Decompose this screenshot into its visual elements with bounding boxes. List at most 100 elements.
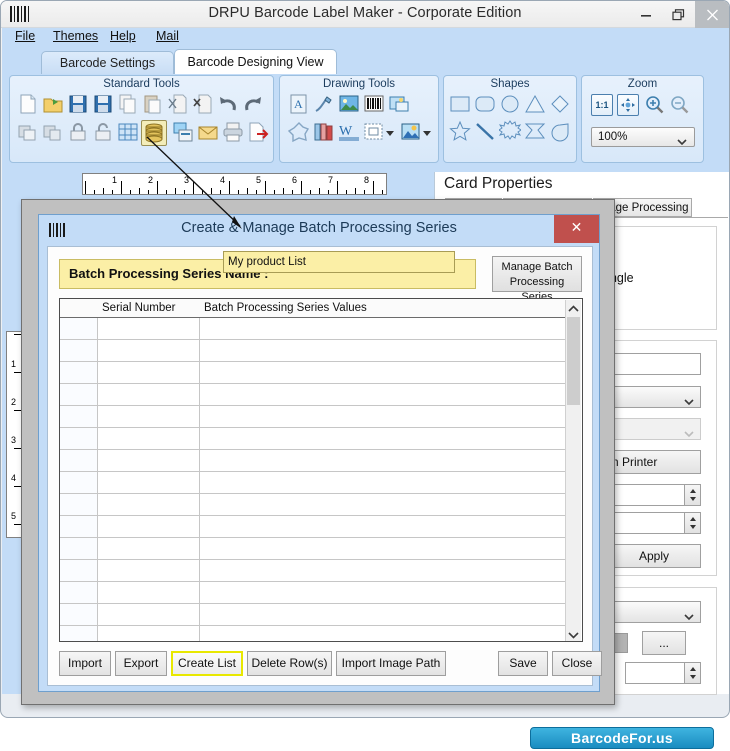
cell-series-value[interactable]	[199, 625, 567, 641]
frame-tool-icon[interactable]	[363, 121, 397, 145]
dialog-close-button[interactable]: ✕	[554, 215, 599, 243]
spinner-buttons[interactable]	[684, 485, 700, 505]
table-row[interactable]	[60, 625, 567, 641]
paste-icon[interactable]	[142, 93, 166, 117]
cell-serial-number[interactable]	[97, 537, 200, 560]
batch-series-icon[interactable]	[141, 120, 167, 146]
spinner-buttons[interactable]	[684, 513, 700, 533]
signature-tool-icon[interactable]	[313, 93, 337, 117]
cut-icon[interactable]	[167, 93, 191, 117]
row-selector-cell[interactable]	[60, 317, 98, 340]
table-row[interactable]	[60, 603, 567, 626]
four-point-star-shape-icon[interactable]	[524, 120, 548, 144]
save-button[interactable]: Save	[498, 651, 548, 676]
cell-serial-number[interactable]	[97, 493, 200, 516]
fit-to-page-icon[interactable]	[617, 94, 639, 116]
copy-icon[interactable]	[117, 93, 141, 117]
image-library-icon[interactable]	[400, 121, 434, 145]
cell-series-value[interactable]	[199, 427, 567, 450]
print-icon[interactable]	[222, 121, 246, 145]
group-icon[interactable]	[42, 121, 66, 145]
row-selector-cell[interactable]	[60, 559, 98, 582]
row-selector-cell[interactable]	[60, 515, 98, 538]
save-icon[interactable]	[67, 93, 91, 117]
cell-series-value[interactable]	[199, 603, 567, 626]
close-button[interactable]: Close	[552, 651, 602, 676]
duplicate-icon[interactable]	[17, 121, 41, 145]
open-folder-icon[interactable]	[42, 93, 66, 117]
col-header-serial-number[interactable]: Serial Number	[97, 299, 199, 318]
row-selector-cell[interactable]	[60, 361, 98, 384]
line-shape-icon[interactable]	[474, 120, 498, 144]
rectangle-shape-icon[interactable]	[449, 93, 473, 117]
minimize-button[interactable]	[629, 1, 662, 28]
delete-icon[interactable]	[192, 93, 216, 117]
cell-serial-number[interactable]	[97, 361, 200, 384]
cell-series-value[interactable]	[199, 339, 567, 362]
cell-series-value[interactable]	[199, 405, 567, 428]
picture-tool-icon[interactable]	[338, 93, 362, 117]
menu-item-file[interactable]: File	[15, 29, 35, 43]
cell-series-value[interactable]	[199, 317, 567, 340]
cell-series-value[interactable]	[199, 383, 567, 406]
tab-barcode-settings[interactable]: Barcode Settings	[41, 51, 174, 74]
import-button[interactable]: Import	[59, 651, 111, 676]
cell-serial-number[interactable]	[97, 559, 200, 582]
table-row[interactable]	[60, 537, 567, 560]
cell-series-value[interactable]	[199, 449, 567, 472]
cell-serial-number[interactable]	[97, 581, 200, 604]
zoom-level-select[interactable]: 100%	[591, 127, 695, 147]
table-row[interactable]	[60, 427, 567, 450]
table-row[interactable]	[60, 471, 567, 494]
grid-vertical-scrollbar[interactable]	[565, 300, 581, 641]
text-tool-icon[interactable]: A	[288, 93, 312, 117]
burst-shape-icon[interactable]	[499, 120, 523, 144]
menu-item-themes[interactable]: Themes	[53, 29, 98, 43]
col-header-series-values[interactable]: Batch Processing Series Values	[199, 299, 567, 318]
new-document-icon[interactable]	[17, 93, 41, 117]
row-selector-cell[interactable]	[60, 471, 98, 494]
scroll-down-icon[interactable]	[566, 626, 581, 641]
cell-serial-number[interactable]	[97, 405, 200, 428]
table-row[interactable]	[60, 515, 567, 538]
triangle-shape-icon[interactable]	[524, 93, 548, 117]
cell-series-value[interactable]	[199, 361, 567, 384]
create-list-button[interactable]: Create List	[171, 651, 243, 676]
scroll-up-icon[interactable]	[566, 300, 581, 316]
import-image-path-button[interactable]: Import Image Path	[336, 651, 446, 676]
lock-icon[interactable]	[67, 121, 91, 145]
row-selector-cell[interactable]	[60, 383, 98, 406]
delete-rows-button[interactable]: Delete Row(s)	[247, 651, 332, 676]
table-row[interactable]	[60, 361, 567, 384]
border-width-spinner[interactable]	[625, 662, 701, 684]
table-row[interactable]	[60, 339, 567, 362]
cell-serial-number[interactable]	[97, 471, 200, 494]
table-row[interactable]	[60, 449, 567, 472]
close-button[interactable]	[695, 1, 729, 28]
table-row[interactable]	[60, 493, 567, 516]
diamond-shape-icon[interactable]	[549, 93, 573, 117]
barcode-tool-icon[interactable]	[363, 93, 387, 117]
cell-series-value[interactable]	[199, 471, 567, 494]
row-selector-cell[interactable]	[60, 603, 98, 626]
col-header-select[interactable]	[60, 299, 97, 318]
cell-serial-number[interactable]	[97, 515, 200, 538]
row-selector-cell[interactable]	[60, 537, 98, 560]
unlock-icon[interactable]	[92, 121, 116, 145]
maximize-button[interactable]	[662, 1, 695, 28]
round-rectangle-shape-icon[interactable]	[474, 93, 498, 117]
cell-serial-number[interactable]	[97, 603, 200, 626]
tab-barcode-designing-view[interactable]: Barcode Designing View	[174, 49, 337, 74]
cell-series-value[interactable]	[199, 515, 567, 538]
cell-serial-number[interactable]	[97, 427, 200, 450]
table-row[interactable]	[60, 559, 567, 582]
menu-item-help[interactable]: Help	[110, 29, 136, 43]
row-selector-cell[interactable]	[60, 339, 98, 362]
row-selector-cell[interactable]	[60, 405, 98, 428]
export-icon[interactable]	[247, 121, 271, 145]
undo-icon[interactable]	[217, 93, 241, 117]
ellipse-shape-icon[interactable]	[499, 93, 523, 117]
table-row[interactable]	[60, 405, 567, 428]
grid-icon[interactable]	[117, 121, 141, 145]
row-selector-cell[interactable]	[60, 581, 98, 604]
